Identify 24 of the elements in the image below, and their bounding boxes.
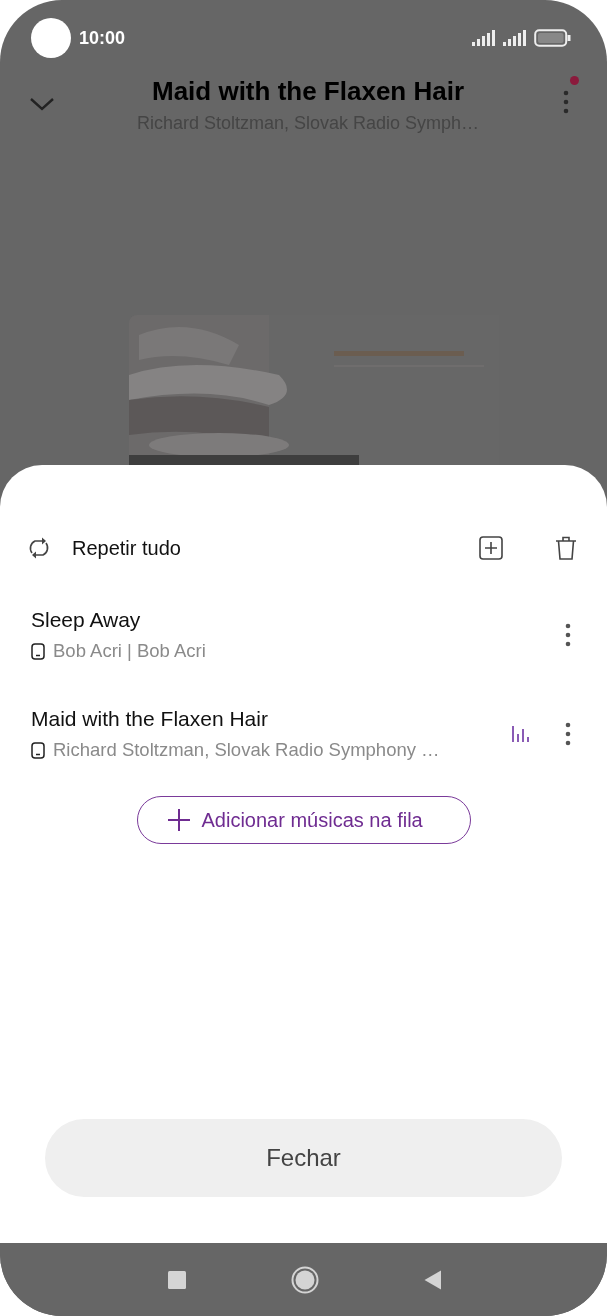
back-icon[interactable] bbox=[423, 1269, 442, 1290]
chevron-down-icon[interactable] bbox=[29, 96, 55, 112]
track-artist: Richard Stoltzman, Slovak Radio Symphony … bbox=[53, 739, 440, 761]
camera-cutout bbox=[31, 18, 71, 58]
song-title: Maid with the Flaxen Hair bbox=[151, 76, 465, 107]
more-icon[interactable] bbox=[565, 623, 571, 647]
recents-icon[interactable] bbox=[167, 1270, 186, 1289]
more-icon[interactable] bbox=[565, 722, 571, 746]
signal-icon bbox=[472, 30, 495, 46]
track-artist: Bob Acri | Bob Acri bbox=[53, 640, 206, 662]
add-playlist-icon[interactable] bbox=[479, 536, 503, 560]
delete-icon[interactable] bbox=[555, 536, 577, 560]
track-title[interactable]: Maid with the Flaxen Hair bbox=[31, 707, 512, 731]
plus-icon bbox=[167, 809, 190, 831]
repeat-label[interactable]: Repetir tudo bbox=[72, 536, 479, 560]
home-icon[interactable] bbox=[290, 1265, 319, 1294]
add-songs-button[interactable]: Adicionar músicas na fila bbox=[136, 796, 471, 844]
clock-time: 10:00 bbox=[79, 27, 127, 49]
close-button[interactable]: Fechar bbox=[45, 1119, 562, 1197]
signal-icon bbox=[503, 30, 526, 46]
phone-icon bbox=[31, 741, 45, 759]
track-title[interactable]: Sleep Away bbox=[31, 608, 565, 632]
phone-icon bbox=[31, 642, 45, 660]
battery-icon bbox=[534, 29, 571, 47]
